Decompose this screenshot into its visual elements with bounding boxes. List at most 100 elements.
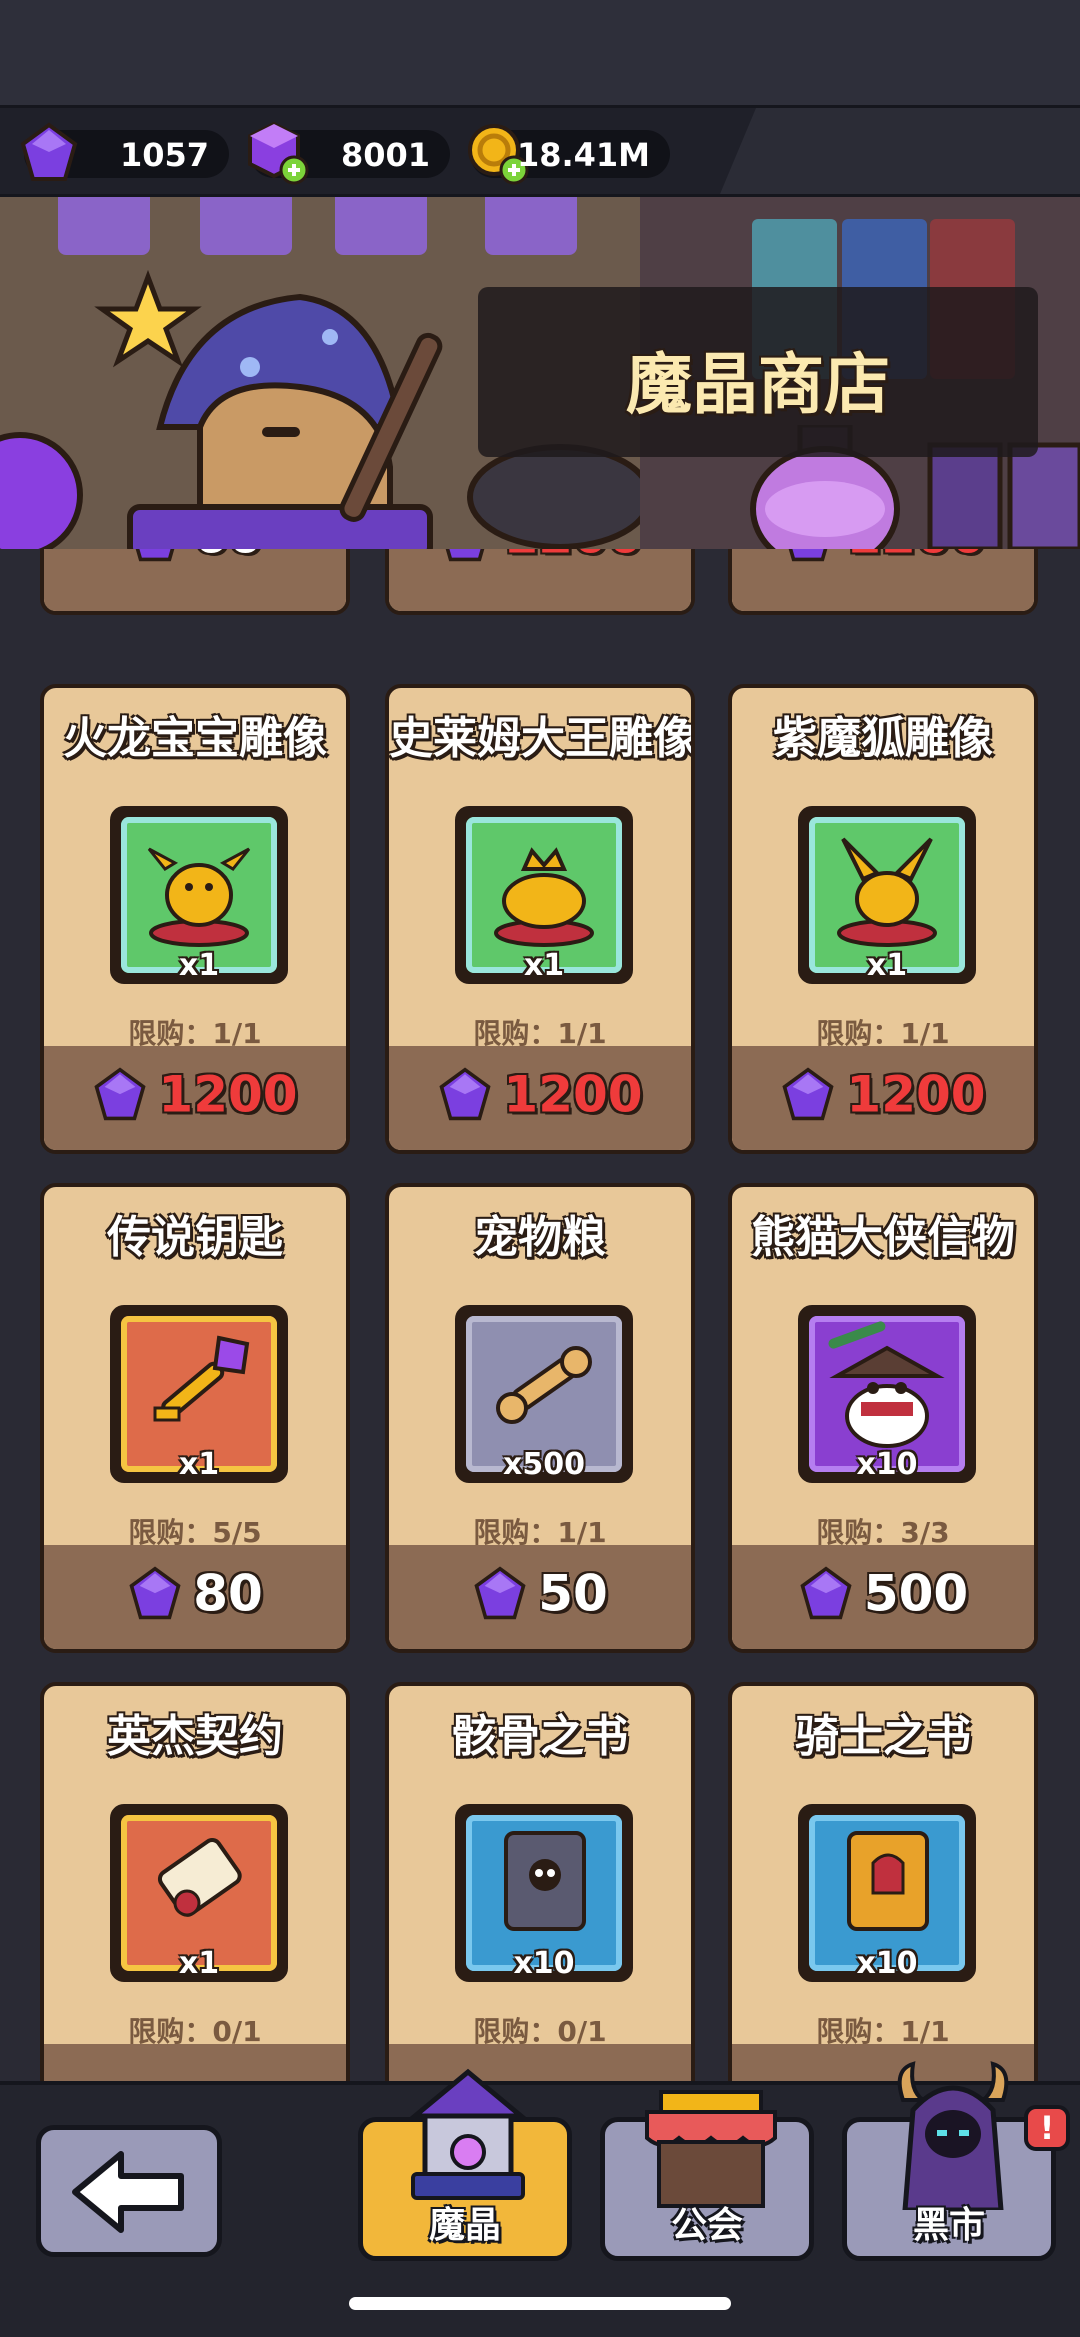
tab-black-market-label: 黑市 xyxy=(912,2205,985,2246)
pet-food-bone-icon xyxy=(496,1346,592,1424)
shop-card-skeleton-book[interactable]: 骸骨之书 x10 限购：0/1 xyxy=(385,1682,695,2081)
shop-card-fire-dragon-statue[interactable]: 火龙宝宝雕像 x1 限购：1/1 1200 xyxy=(40,684,350,1154)
price: 80 xyxy=(44,1561,346,1623)
shop-card-slime-king-statue[interactable]: 史莱姆大王雕像 x1 限购：1/1 1200 xyxy=(385,684,695,1154)
alert-badge: ! xyxy=(1024,2105,1070,2151)
tab-crystal-label: 魔晶 xyxy=(428,2205,501,2246)
shop-card-partial[interactable]: 1200 xyxy=(385,549,695,615)
purple-gem-icon xyxy=(446,549,485,561)
hero-contract-scroll-icon xyxy=(157,1838,242,1917)
crystal-counter[interactable]: 8001 xyxy=(248,121,450,185)
purple-gem-icon xyxy=(94,1066,146,1120)
item-name: 熊猫大侠信物 xyxy=(751,1212,1015,1263)
knight-book-icon xyxy=(847,1831,929,1931)
price: 1200 xyxy=(44,1062,346,1124)
price-bar: 1200 xyxy=(389,549,691,611)
home-indicator[interactable] xyxy=(349,2297,731,2310)
item-icon-frame: x1 xyxy=(110,1804,288,1982)
crystal-count: 8001 xyxy=(340,136,430,174)
price: 1200 xyxy=(389,549,691,565)
purple-gem-icon xyxy=(789,549,828,561)
slime-king-statue-icon xyxy=(494,847,594,947)
item-quantity: x500 xyxy=(503,1447,585,1482)
skeleton-book-icon xyxy=(504,1831,586,1931)
shop-grid[interactable]: 60 1200 1200 火龙宝宝雕像 x xyxy=(0,549,1080,2081)
shop-banner: 魔晶商店 xyxy=(0,197,1080,549)
shop-card-partial[interactable]: 1200 xyxy=(728,549,1038,615)
item-icon-frame: x500 xyxy=(455,1305,633,1483)
shop-card-purple-fox-statue[interactable]: 紫魔狐雕像 x1 限购：1/1 1200 xyxy=(728,684,1038,1154)
panda-hero-token-icon xyxy=(828,1321,945,1448)
price: 50 xyxy=(389,1561,691,1623)
page-title: 魔晶商店 xyxy=(626,346,890,423)
item-name: 英杰契约 xyxy=(107,1711,283,1762)
crystal-tower-icon xyxy=(408,2068,528,2200)
price: 60 xyxy=(44,549,346,565)
price-bar xyxy=(44,2044,346,2081)
price-bar: 1200 xyxy=(732,1046,1034,1150)
item-name: 史莱姆大王雕像 xyxy=(389,713,695,764)
fire-dragon-statue-icon xyxy=(147,847,251,947)
item-quantity: x1 xyxy=(523,948,565,983)
purple-gem-icon xyxy=(20,122,78,181)
legendary-key-icon xyxy=(153,1335,250,1422)
price-bar: 80 xyxy=(44,1545,346,1649)
price: 1200 xyxy=(732,1062,1034,1124)
gold-counter[interactable]: 18.41M xyxy=(468,124,670,185)
item-icon-frame: x1 xyxy=(798,806,976,984)
item-icon-frame: x1 xyxy=(110,806,288,984)
price-bar: 1200 xyxy=(389,1046,691,1150)
price-bar: 500 xyxy=(732,1545,1034,1649)
item-name: 火龙宝宝雕像 xyxy=(63,713,327,764)
purple-gem-icon xyxy=(474,1565,526,1619)
item-quantity: x10 xyxy=(513,1946,575,1981)
shop-card-hero-contract[interactable]: 英杰契约 x1 限购：0/1 xyxy=(40,1682,350,2081)
crystal-cube-plus-icon xyxy=(248,121,309,185)
status-area xyxy=(0,0,1080,105)
purple-gem-icon xyxy=(800,1565,852,1619)
tab-guild-label: 公会 xyxy=(670,2205,743,2246)
item-quantity: x1 xyxy=(178,1447,220,1482)
item-name: 宠物粮 xyxy=(474,1212,606,1263)
currency-bar: 1057 8001 18.41M xyxy=(0,105,1080,197)
currency-bar-slant xyxy=(720,108,1080,194)
item-quantity: x1 xyxy=(178,948,220,983)
purple-fox-statue-icon xyxy=(837,837,937,947)
price: 1200 xyxy=(389,1062,691,1124)
gem-count: 1057 xyxy=(119,136,209,174)
shop-card-legendary-key[interactable]: 传说钥匙 x1 限购：5/5 80 xyxy=(40,1183,350,1653)
price: 500 xyxy=(732,1561,1034,1623)
tab-crystal-shop[interactable]: 魔晶 xyxy=(358,2068,572,2261)
shop-card-partial[interactable]: 60 xyxy=(40,549,350,615)
item-quantity: x10 xyxy=(856,1946,918,1981)
price-bar: 1200 xyxy=(44,1046,346,1150)
item-name: 骸骨之书 xyxy=(452,1711,628,1762)
item-quantity: x1 xyxy=(866,948,908,983)
shop-card-knight-book[interactable]: 骑士之书 x10 限购：1/1 xyxy=(728,1682,1038,2081)
purple-gem-icon xyxy=(439,1066,491,1120)
gold-count: 18.41M xyxy=(516,136,650,174)
banner-title-box: 魔晶商店 xyxy=(478,287,1038,457)
price-bar: 50 xyxy=(389,1545,691,1649)
item-quantity: x10 xyxy=(856,1447,918,1482)
price: 1200 xyxy=(732,549,1034,565)
price-bar: 1200 xyxy=(732,549,1034,611)
item-quantity: x1 xyxy=(178,1946,220,1981)
guild-shop-icon xyxy=(645,2090,777,2208)
item-icon-frame: x10 xyxy=(455,1804,633,1982)
shop-card-panda-hero-token[interactable]: 熊猫大侠信物 x10 限购：3/3 500 xyxy=(728,1183,1038,1653)
item-icon-frame: x10 xyxy=(798,1804,976,1982)
purple-gem-icon xyxy=(136,549,175,561)
item-name: 骑士之书 xyxy=(795,1711,971,1762)
back-button[interactable] xyxy=(36,2125,222,2257)
item-name: 紫魔狐雕像 xyxy=(773,713,993,764)
item-name: 传说钥匙 xyxy=(107,1212,283,1263)
back-arrow-icon xyxy=(72,2151,184,2233)
shop-card-pet-food[interactable]: 宠物粮 x500 限购：1/1 50 xyxy=(385,1183,695,1653)
gem-counter[interactable]: 1057 xyxy=(20,122,229,181)
tab-guild[interactable]: 公会 xyxy=(600,2090,814,2261)
item-icon-frame: x1 xyxy=(110,1305,288,1483)
black-market-merchant-icon xyxy=(897,2061,1009,2210)
item-icon-frame: x10 xyxy=(798,1305,976,1483)
item-icon-frame: x1 xyxy=(455,806,633,984)
